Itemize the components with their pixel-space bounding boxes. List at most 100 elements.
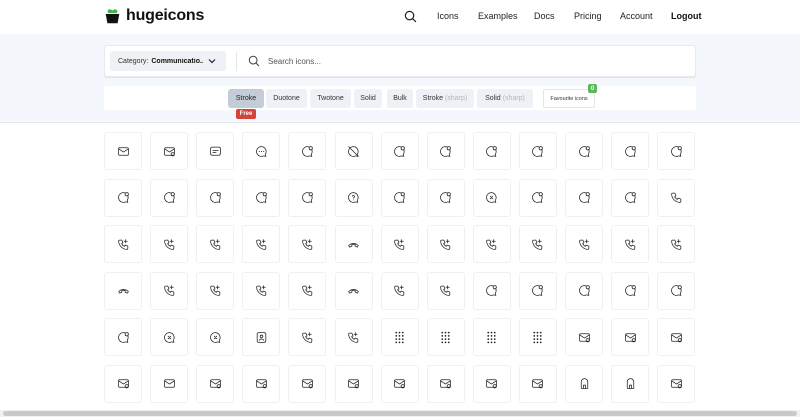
icon-tile[interactable] [426, 364, 465, 403]
icon-tile[interactable] [426, 132, 465, 170]
icon-tile[interactable] [380, 132, 419, 170]
icon-tile[interactable] [518, 132, 557, 170]
icon-tile[interactable] [288, 225, 327, 263]
tab-solid[interactable]: Solid [354, 89, 382, 108]
icon-tile[interactable] [334, 225, 373, 263]
icon-tile[interactable] [334, 364, 373, 403]
icon-tile[interactable] [472, 271, 511, 310]
tab-solid-sharp[interactable]: Solid (sharp) [477, 89, 533, 108]
icon-tile[interactable] [104, 318, 142, 356]
horizontal-scrollbar[interactable] [0, 410, 800, 417]
chat-notification-icon [440, 145, 451, 157]
icon-tile[interactable] [150, 225, 189, 263]
icon-tile[interactable] [657, 178, 696, 217]
icon-tile[interactable] [611, 271, 650, 310]
icon-tile[interactable] [611, 225, 650, 263]
icon-tile[interactable] [196, 364, 235, 403]
icon-tile[interactable] [426, 225, 465, 263]
search-icon[interactable] [404, 10, 417, 23]
nav-docs-link[interactable]: Docs [534, 11, 555, 21]
icon-tile[interactable] [334, 318, 373, 356]
icon-tile[interactable] [104, 225, 142, 263]
icon-tile[interactable] [104, 364, 142, 403]
icon-tile[interactable] [380, 364, 419, 403]
icon-tile[interactable] [565, 225, 603, 263]
nav-examples-link[interactable]: Examples [478, 11, 518, 21]
icon-tile[interactable] [150, 132, 189, 170]
icon-tile[interactable] [472, 178, 511, 217]
icon-tile[interactable] [611, 364, 650, 403]
icon-tile[interactable] [472, 364, 511, 403]
icon-tile[interactable] [288, 178, 327, 217]
nav-pricing-link[interactable]: Pricing [574, 11, 602, 21]
icon-tile[interactable] [565, 318, 603, 356]
icon-tile[interactable] [518, 271, 557, 310]
icon-tile[interactable] [196, 178, 235, 217]
icon-tile[interactable] [104, 271, 142, 310]
icon-tile[interactable] [196, 318, 235, 356]
icon-tile[interactable] [472, 132, 511, 170]
icon-tile[interactable] [657, 132, 696, 170]
icon-tile[interactable] [518, 364, 557, 403]
icon-tile[interactable] [611, 132, 650, 170]
icon-tile[interactable] [565, 132, 603, 170]
icon-tile[interactable] [242, 132, 281, 170]
brand-logo[interactable]: hugeicons [104, 7, 204, 25]
icon-tile[interactable] [426, 271, 465, 310]
icon-tile[interactable] [426, 318, 465, 356]
icon-tile[interactable] [288, 318, 327, 356]
icon-tile[interactable] [288, 132, 327, 170]
icon-tile[interactable] [334, 271, 373, 310]
icon-tile[interactable] [426, 178, 465, 217]
nav-icons-link[interactable]: Icons [437, 11, 459, 21]
icon-tile[interactable] [288, 364, 327, 403]
icon-tile[interactable] [611, 178, 650, 217]
icon-tile[interactable] [380, 271, 419, 310]
nav-account-link[interactable]: Account [620, 11, 653, 21]
icon-tile[interactable] [242, 364, 281, 403]
icon-tile[interactable] [334, 178, 373, 217]
icon-tile[interactable] [565, 178, 603, 217]
tab-twotone[interactable]: Twotone [310, 89, 351, 108]
icon-tile[interactable] [242, 225, 281, 263]
tab-duotone[interactable]: Duotone [266, 89, 307, 108]
icon-tile[interactable] [104, 178, 142, 217]
icon-tile[interactable] [334, 132, 373, 170]
icon-tile[interactable] [196, 132, 235, 170]
icon-tile[interactable] [472, 225, 511, 263]
phone-hangup-icon [117, 289, 129, 294]
icon-tile[interactable] [380, 318, 419, 356]
icon-tile[interactable] [242, 271, 281, 310]
icon-tile[interactable] [196, 271, 235, 310]
icon-tile[interactable] [611, 318, 650, 356]
icon-tile[interactable] [380, 225, 419, 263]
icon-tile[interactable] [657, 225, 696, 263]
category-select[interactable]: Category: Communicatio... [110, 51, 226, 71]
search-input[interactable] [268, 51, 678, 71]
icon-tile[interactable] [150, 271, 189, 310]
tab-stroke[interactable]: Stroke [228, 89, 264, 108]
icon-tile[interactable] [472, 318, 511, 356]
icon-tile[interactable] [242, 178, 281, 217]
icon-tile[interactable] [518, 178, 557, 217]
icon-tile[interactable] [104, 132, 142, 170]
tab-bulk[interactable]: Bulk [387, 89, 413, 108]
icon-tile[interactable] [380, 178, 419, 217]
icon-tile[interactable] [657, 271, 696, 310]
icon-tile[interactable] [150, 178, 189, 217]
icon-tile[interactable] [565, 364, 603, 403]
icon-tile[interactable] [150, 364, 189, 403]
icon-tile[interactable] [518, 225, 557, 263]
phone-off-icon [209, 238, 220, 250]
icon-tile[interactable] [657, 364, 696, 403]
icon-tile[interactable] [518, 318, 557, 356]
icon-tile[interactable] [565, 271, 603, 310]
icon-tile[interactable] [288, 271, 327, 310]
icon-tile[interactable] [657, 318, 696, 356]
logout-link[interactable]: Logout [671, 11, 702, 21]
scrollbar-thumb[interactable] [3, 411, 797, 416]
icon-tile[interactable] [196, 225, 235, 263]
icon-tile[interactable] [150, 318, 189, 356]
tab-stroke-sharp[interactable]: Stroke (sharp) [416, 89, 474, 108]
icon-tile[interactable] [242, 318, 281, 356]
